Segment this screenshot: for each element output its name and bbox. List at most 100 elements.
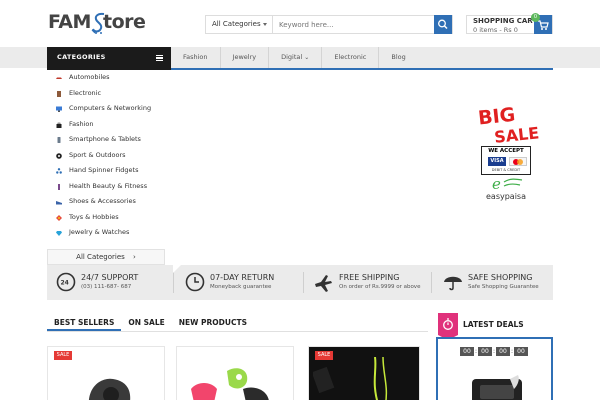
timer-days: 00 bbox=[460, 347, 474, 356]
cart-count-badge: 0 bbox=[531, 13, 540, 22]
feature-shipping: FREE SHIPPING On order of Rs.9999 or abo… bbox=[303, 265, 429, 300]
category-label: Sport & Outdoors bbox=[69, 150, 126, 159]
search-icon bbox=[438, 19, 448, 30]
we-accept-card: WE ACCEPT VISA DEBIT & CREDIT bbox=[481, 146, 531, 175]
feature-subtitle: Safe Shopping Guarantee bbox=[468, 284, 539, 290]
nav-item-fashion[interactable]: Fashion bbox=[171, 47, 221, 68]
category-item-shoes[interactable]: Shoes & Accessories bbox=[47, 194, 165, 210]
category-item-toys[interactable]: Toys & Hobbies bbox=[47, 210, 165, 226]
big-sale-banner[interactable]: BIG SALE bbox=[477, 103, 547, 145]
feature-title: FREE SHIPPING bbox=[339, 273, 400, 282]
category-select[interactable]: All Categories bbox=[206, 16, 273, 33]
category-item-jewelry[interactable]: Jewelry & Watches bbox=[47, 225, 165, 241]
tabs-divider bbox=[47, 331, 428, 332]
stopwatch-icon bbox=[443, 318, 453, 330]
spinner-icon bbox=[56, 168, 62, 174]
umbrella-icon bbox=[444, 276, 462, 291]
feature-subtitle: (03) 111-687- 687 bbox=[81, 284, 132, 290]
cart-summary: 0 items - Rs 0 bbox=[473, 26, 518, 34]
nav-item-jewelry[interactable]: Jewelry bbox=[221, 47, 270, 68]
features-notch bbox=[173, 265, 181, 273]
product-card[interactable]: SALE bbox=[308, 346, 420, 400]
shoe-icon bbox=[56, 201, 62, 205]
cart-title: SHOPPING CART bbox=[473, 17, 538, 25]
nav-item-digital[interactable]: Digital ⌄ bbox=[269, 47, 323, 68]
latest-deals-title: LATEST DEALS bbox=[463, 320, 524, 329]
chevron-down-icon: ⌄ bbox=[304, 54, 310, 61]
all-categories-label: All Categories bbox=[76, 253, 125, 261]
tab-best-sellers[interactable]: BEST SELLERS bbox=[47, 315, 122, 331]
product-tabs: BEST SELLERS ON SALE NEW PRODUCTS bbox=[47, 315, 254, 331]
sale-badge: SALE bbox=[54, 351, 72, 360]
nav-item-blog[interactable]: Blog bbox=[379, 47, 417, 68]
category-item-electronic[interactable]: Electronic bbox=[47, 86, 165, 102]
category-item-automobiles[interactable]: Automobiles bbox=[47, 70, 165, 86]
product-image bbox=[191, 368, 269, 400]
product-card[interactable]: SALE bbox=[47, 346, 165, 400]
feature-return: 07-DAY RETURN Moneyback guarantee bbox=[173, 265, 299, 300]
countdown-timer: 00 : 00 : 00 : 00 bbox=[460, 347, 528, 356]
category-label: Toys & Hobbies bbox=[69, 212, 119, 221]
nav-item-label: Digital bbox=[281, 53, 303, 61]
category-label: Automobiles bbox=[69, 73, 110, 81]
category-item-spinner[interactable]: Hand Spinner Fidgets bbox=[47, 163, 165, 179]
feature-subtitle: Moneyback guarantee bbox=[210, 284, 272, 290]
category-label: Electronic bbox=[69, 88, 102, 97]
we-accept-title: WE ACCEPT bbox=[488, 148, 524, 154]
search-button[interactable] bbox=[434, 15, 452, 34]
all-categories-button[interactable]: All Categories › bbox=[47, 249, 165, 265]
feature-title: SAFE SHOPPING bbox=[468, 273, 533, 282]
easypaisa-logo-icon: e bbox=[492, 176, 523, 192]
timer-seconds: 00 bbox=[514, 347, 528, 356]
latest-deals-box[interactable]: 00 : 00 : 00 : 00 bbox=[436, 337, 553, 400]
visa-logo: VISA bbox=[488, 157, 506, 166]
category-label: Smartphone & Tablets bbox=[69, 135, 141, 143]
logo-text-left: FAM bbox=[48, 11, 91, 33]
category-label: Shoes & Accessories bbox=[69, 197, 136, 205]
category-item-sport[interactable]: Sport & Outdoors bbox=[47, 148, 165, 164]
category-list: Automobiles Electronic Computers & Netwo… bbox=[47, 70, 165, 241]
deals-badge bbox=[438, 313, 458, 340]
diamond-icon bbox=[56, 231, 62, 236]
menu-icon bbox=[156, 55, 163, 61]
search-input[interactable] bbox=[279, 16, 429, 33]
tab-on-sale[interactable]: ON SALE bbox=[121, 315, 171, 331]
nav-item-label: Jewelry bbox=[232, 53, 257, 61]
feature-safe: SAFE SHOPPING Safe Shopping Guarantee bbox=[431, 265, 553, 300]
feature-subtitle: On order of Rs.9999 or above bbox=[339, 284, 421, 290]
nav-menu: Fashion Jewelry Digital ⌄ Electronic Blo… bbox=[171, 47, 418, 68]
features-strip: 24 24/7 SUPPORT (03) 111-687- 687 07-DAY… bbox=[47, 265, 553, 300]
latest-deals-header: LATEST DEALS bbox=[438, 313, 553, 340]
ball-icon bbox=[56, 152, 62, 159]
nav-item-label: Fashion bbox=[183, 53, 208, 61]
product-card[interactable] bbox=[176, 346, 294, 400]
bottle-icon bbox=[58, 183, 60, 190]
svg-text:24: 24 bbox=[61, 280, 69, 287]
nav-item-label: Electronic bbox=[334, 53, 367, 61]
nav-item-label: Blog bbox=[391, 53, 406, 61]
nav-item-electronic[interactable]: Electronic bbox=[322, 47, 380, 68]
category-item-health[interactable]: Health Beauty & Fitness bbox=[47, 179, 165, 195]
timer-hours: 00 bbox=[478, 347, 492, 356]
big-sale-bottom-text: SALE bbox=[493, 123, 540, 145]
categories-toggle[interactable]: CATEGORIES bbox=[47, 47, 171, 70]
car-icon bbox=[56, 77, 62, 79]
feature-divider bbox=[173, 272, 174, 293]
category-label: Jewelry & Watches bbox=[69, 228, 130, 236]
tab-new-products[interactable]: NEW PRODUCTS bbox=[172, 315, 254, 331]
timer-minutes: 00 bbox=[496, 347, 510, 356]
feature-title: 24/7 SUPPORT bbox=[81, 273, 139, 282]
electronic-icon bbox=[57, 90, 61, 97]
monitor-icon bbox=[56, 106, 62, 112]
logo-text-right: tore bbox=[103, 11, 146, 33]
site-logo[interactable]: FAM tore bbox=[48, 10, 146, 36]
feature-support: 24 24/7 SUPPORT (03) 111-687- 687 bbox=[47, 265, 173, 300]
search-bar: All Categories bbox=[205, 15, 453, 34]
category-item-smartphone[interactable]: Smartphone & Tablets bbox=[47, 132, 165, 148]
category-item-fashion[interactable]: Fashion bbox=[47, 117, 165, 133]
mastercard-icon bbox=[509, 157, 527, 166]
category-item-computers[interactable]: Computers & Networking bbox=[47, 101, 165, 117]
category-select-value: All Categories bbox=[212, 20, 261, 28]
category-label: Computers & Networking bbox=[69, 104, 152, 112]
easypaisa-label: easypaisa bbox=[486, 192, 526, 201]
